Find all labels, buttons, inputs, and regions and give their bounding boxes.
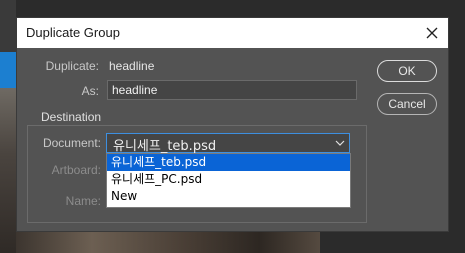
duplicate-label: Duplicate: bbox=[45, 59, 99, 73]
canvas-photo-bottom bbox=[16, 232, 320, 253]
destination-title: Destination bbox=[37, 110, 106, 124]
document-select[interactable]: 유니세프_teb.psd bbox=[106, 133, 350, 154]
document-selected-value: 유니세프_teb.psd bbox=[113, 139, 217, 154]
dropdown-option-teb[interactable]: 유니세프_teb.psd bbox=[107, 154, 350, 171]
name-label: Name: bbox=[65, 194, 101, 208]
ok-button[interactable]: OK bbox=[377, 60, 437, 82]
document-dropdown-list: 유니세프_teb.psd 유니세프_PC.psd New bbox=[106, 153, 351, 208]
workspace-blue-panel bbox=[0, 52, 16, 88]
chevron-down-icon bbox=[335, 140, 345, 146]
close-icon[interactable] bbox=[422, 23, 442, 43]
as-name-input[interactable]: headline bbox=[107, 80, 357, 100]
duplicate-group-dialog: Duplicate Group Duplicate: headline As: … bbox=[16, 17, 449, 232]
workspace-dark bbox=[320, 232, 465, 253]
duplicate-value: headline bbox=[109, 59, 155, 73]
as-label: As: bbox=[81, 84, 99, 98]
dropdown-option-pc[interactable]: 유니세프_PC.psd bbox=[107, 171, 350, 188]
canvas-photo-left bbox=[0, 88, 16, 253]
dialog-titlebar: Duplicate Group bbox=[17, 18, 448, 48]
artboard-label: Artboard: bbox=[51, 163, 101, 177]
dialog-title: Duplicate Group bbox=[26, 25, 120, 40]
dropdown-option-new[interactable]: New bbox=[107, 188, 350, 205]
document-label: Document: bbox=[42, 136, 101, 150]
cancel-button[interactable]: Cancel bbox=[377, 93, 437, 115]
